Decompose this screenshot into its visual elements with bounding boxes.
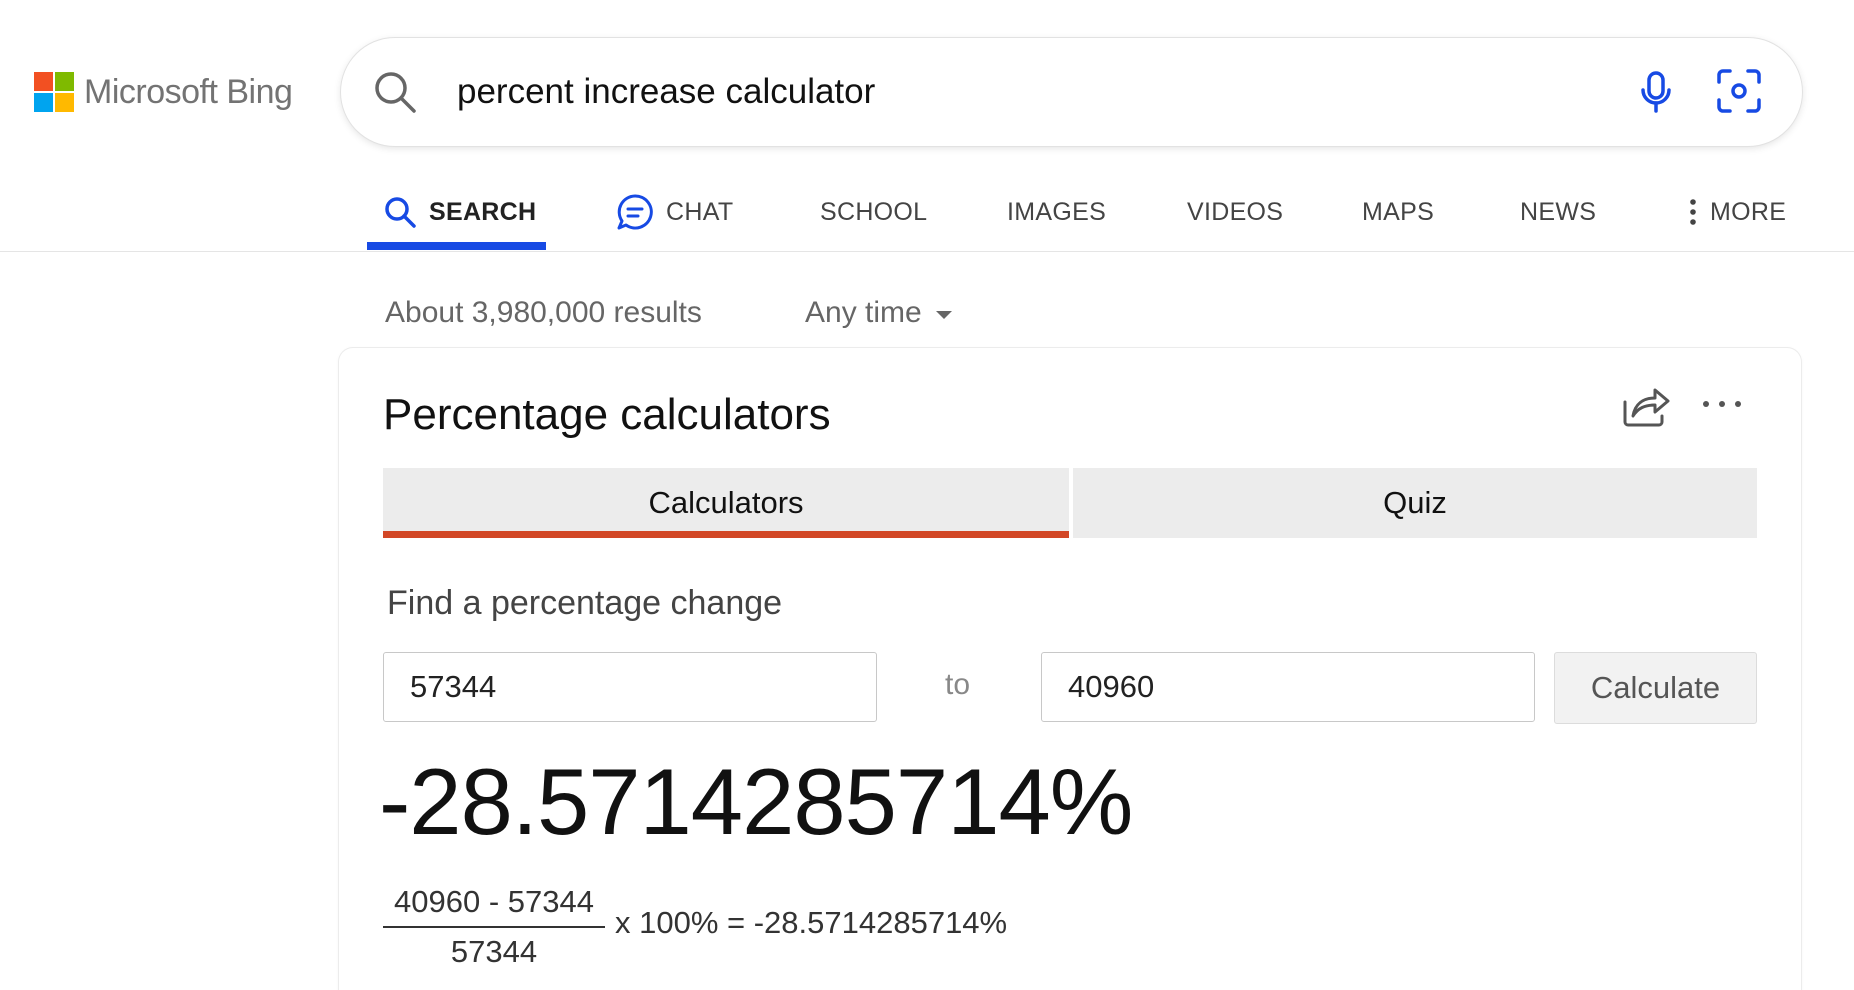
tab-news-label: NEWS bbox=[1520, 197, 1597, 226]
tab-news[interactable]: NEWS bbox=[1520, 172, 1596, 252]
tab-calculators[interactable]: Calculators bbox=[383, 468, 1069, 538]
logo-text: Microsoft Bing bbox=[84, 72, 293, 111]
search-icon[interactable] bbox=[371, 68, 419, 116]
results-count: About 3,980,000 results bbox=[385, 296, 702, 329]
calculator-tabs: Calculators Quiz bbox=[383, 468, 1757, 538]
tab-maps-label: MAPS bbox=[1362, 197, 1435, 226]
tab-school[interactable]: SCHOOL bbox=[820, 172, 927, 252]
tab-quiz-label: Quiz bbox=[1383, 485, 1447, 520]
logo-yellow-square bbox=[55, 93, 74, 112]
logo-blue-square bbox=[34, 93, 53, 112]
tab-calculators-label: Calculators bbox=[648, 485, 804, 520]
search-input[interactable] bbox=[457, 66, 1557, 118]
formula-numerator: 40960 - 57344 bbox=[394, 884, 594, 919]
kebab-icon bbox=[1690, 199, 1696, 225]
search-box bbox=[341, 38, 1802, 146]
tab-chat[interactable]: CHAT bbox=[616, 172, 733, 252]
bing-logo[interactable]: Microsoft Bing bbox=[34, 72, 293, 112]
formula: 40960 - 57344 57344 x 100% = -28.5714285… bbox=[383, 884, 1007, 970]
formula-fraction: 40960 - 57344 57344 bbox=[383, 884, 605, 970]
tab-school-label: SCHOOL bbox=[820, 197, 928, 226]
formula-result: x 100% = -28.5714285714% bbox=[615, 905, 1008, 940]
tab-search-label: SEARCH bbox=[429, 197, 537, 226]
tab-more-label: MORE bbox=[1710, 197, 1787, 226]
formula-denominator: 57344 bbox=[450, 934, 538, 969]
time-filter-label: Any time bbox=[805, 296, 922, 329]
tab-chat-label: CHAT bbox=[666, 197, 734, 226]
calculate-button[interactable]: Calculate bbox=[1554, 652, 1757, 724]
logo-green-square bbox=[55, 72, 74, 91]
percentage-calculator-card: Percentage calculators Calculators Quiz … bbox=[339, 348, 1801, 990]
share-icon[interactable] bbox=[1621, 384, 1671, 428]
bing-results-page: Microsoft Bing SEARCH bbox=[0, 0, 1854, 990]
tab-more[interactable]: MORE bbox=[1688, 172, 1786, 252]
calculator-subtitle: Find a percentage change bbox=[387, 584, 783, 622]
search-nav: SEARCH CHAT SCHOOL IMAGES VIDEOS MAPS NE… bbox=[0, 172, 1854, 252]
tab-quiz[interactable]: Quiz bbox=[1073, 468, 1757, 538]
active-tab-indicator bbox=[367, 242, 546, 250]
tab-videos[interactable]: VIDEOS bbox=[1187, 172, 1283, 252]
microphone-icon[interactable] bbox=[1632, 68, 1680, 116]
result-value: -28.5714285714% bbox=[379, 749, 1133, 854]
tab-maps[interactable]: MAPS bbox=[1362, 172, 1434, 252]
to-label: to bbox=[945, 668, 971, 701]
tab-search[interactable]: SEARCH bbox=[383, 172, 536, 252]
time-filter-dropdown[interactable]: Any time bbox=[805, 296, 952, 330]
tab-images-label: IMAGES bbox=[1007, 197, 1107, 226]
search-icon bbox=[385, 197, 416, 228]
visual-search-icon[interactable] bbox=[1714, 66, 1764, 116]
more-options-icon[interactable] bbox=[1697, 384, 1747, 424]
caret-down-icon bbox=[935, 311, 952, 319]
logo-red-square bbox=[34, 72, 53, 91]
tab-videos-label: VIDEOS bbox=[1187, 197, 1284, 226]
chat-icon bbox=[617, 194, 653, 230]
card-title: Percentage calculators bbox=[383, 390, 831, 439]
microsoft-logo-icon bbox=[34, 72, 74, 112]
from-value-input[interactable] bbox=[383, 652, 877, 722]
to-value-input[interactable] bbox=[1041, 652, 1535, 722]
tab-images[interactable]: IMAGES bbox=[1007, 172, 1106, 252]
